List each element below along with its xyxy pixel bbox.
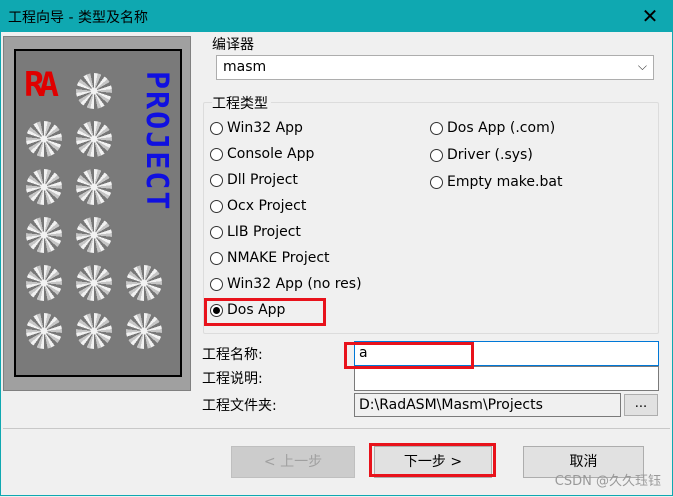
radio-label: Win32 App (no res) <box>227 276 362 292</box>
browse-folder-button[interactable]: ... <box>624 394 658 416</box>
radio-console-app[interactable]: Console App <box>210 146 314 162</box>
radasm-logo: RA <box>24 65 59 105</box>
radio-indicator[interactable] <box>210 303 223 317</box>
radio-indicator[interactable] <box>430 121 443 135</box>
compiler-select[interactable]: masm ⌵ <box>216 55 654 80</box>
swirl-decoration <box>26 169 62 205</box>
separator <box>3 428 670 429</box>
wizard-image: RA PROJECT <box>14 49 182 377</box>
swirl-decoration <box>76 73 112 109</box>
swirl-decoration <box>126 313 162 349</box>
radio-indicator[interactable] <box>210 251 223 265</box>
radio-indicator[interactable] <box>210 225 223 239</box>
swirl-decoration <box>76 217 112 253</box>
project-name-label: 工程名称: <box>202 347 263 363</box>
radio-label: NMAKE Project <box>227 250 330 266</box>
radio-label: Dll Project <box>227 172 298 188</box>
radio-win32-app-no-res[interactable]: Win32 App (no res) <box>210 276 362 292</box>
project-desc-label: 工程说明: <box>202 371 263 387</box>
radio-label: Dos App (.com) <box>447 120 556 136</box>
project-desc-input[interactable] <box>354 366 659 391</box>
radio-label: Dos App <box>227 302 286 318</box>
radio-indicator[interactable] <box>210 173 223 187</box>
project-name-input[interactable]: a <box>354 341 659 366</box>
swirl-decoration <box>26 313 62 349</box>
radio-label: Console App <box>227 146 315 162</box>
radio-empty-make-bat[interactable]: Empty make.bat <box>430 174 562 190</box>
swirl-decoration <box>76 121 112 157</box>
window-title: 工程向导 - 类型及名称 <box>8 10 148 26</box>
radio-label: Ocx Project <box>227 198 307 214</box>
radio-indicator[interactable] <box>210 121 223 135</box>
radio-label: Driver (.sys) <box>447 147 533 163</box>
compiler-selected-value: masm <box>223 59 267 75</box>
swirl-decoration <box>76 265 112 301</box>
radio-label: Win32 App <box>227 120 303 136</box>
project-folder-input[interactable]: D:\RadASM\Masm\Projects <box>354 393 621 417</box>
swirl-decoration <box>26 121 62 157</box>
radio-indicator[interactable] <box>430 148 443 162</box>
radio-indicator[interactable] <box>210 199 223 213</box>
close-icon[interactable]: ✕ <box>627 0 673 32</box>
swirl-decoration <box>76 313 112 349</box>
compiler-label: 编译器 <box>212 37 254 53</box>
project-folder-label: 工程文件夹: <box>202 398 277 414</box>
swirl-decoration <box>126 265 162 301</box>
radio-indicator[interactable] <box>430 175 443 189</box>
radio-nmake-project[interactable]: NMAKE Project <box>210 250 330 266</box>
project-vertical-text: PROJECT <box>139 71 174 212</box>
radio-dll-project[interactable]: Dll Project <box>210 172 298 188</box>
swirl-decoration <box>76 169 112 205</box>
project-type-group <box>203 102 659 334</box>
watermark-text: CSDN @久久珏钰 <box>554 474 661 489</box>
radio-win32-app[interactable]: Win32 App <box>210 120 303 136</box>
swirl-decoration <box>26 217 62 253</box>
radio-ocx-project[interactable]: Ocx Project <box>210 198 306 214</box>
radio-label: Empty make.bat <box>447 174 563 190</box>
wizard-image-panel: RA PROJECT <box>3 36 191 391</box>
swirl-decoration <box>26 265 62 301</box>
radio-dos-app[interactable]: Dos App <box>210 302 285 318</box>
title-bar: 工程向导 - 类型及名称 ✕ <box>0 0 673 32</box>
chevron-down-icon[interactable]: ⌵ <box>638 59 647 74</box>
radio-dos-app-com[interactable]: Dos App (.com) <box>430 120 555 136</box>
radio-label: LIB Project <box>227 224 301 240</box>
next-button[interactable]: 下一步 > <box>374 446 492 478</box>
back-button[interactable]: < 上一步 <box>231 446 355 478</box>
radio-indicator[interactable] <box>210 277 223 291</box>
radio-driver-sys[interactable]: Driver (.sys) <box>430 147 533 163</box>
radio-lib-project[interactable]: LIB Project <box>210 224 301 240</box>
project-type-label: 工程类型 <box>212 93 271 113</box>
radio-indicator[interactable] <box>210 147 223 161</box>
